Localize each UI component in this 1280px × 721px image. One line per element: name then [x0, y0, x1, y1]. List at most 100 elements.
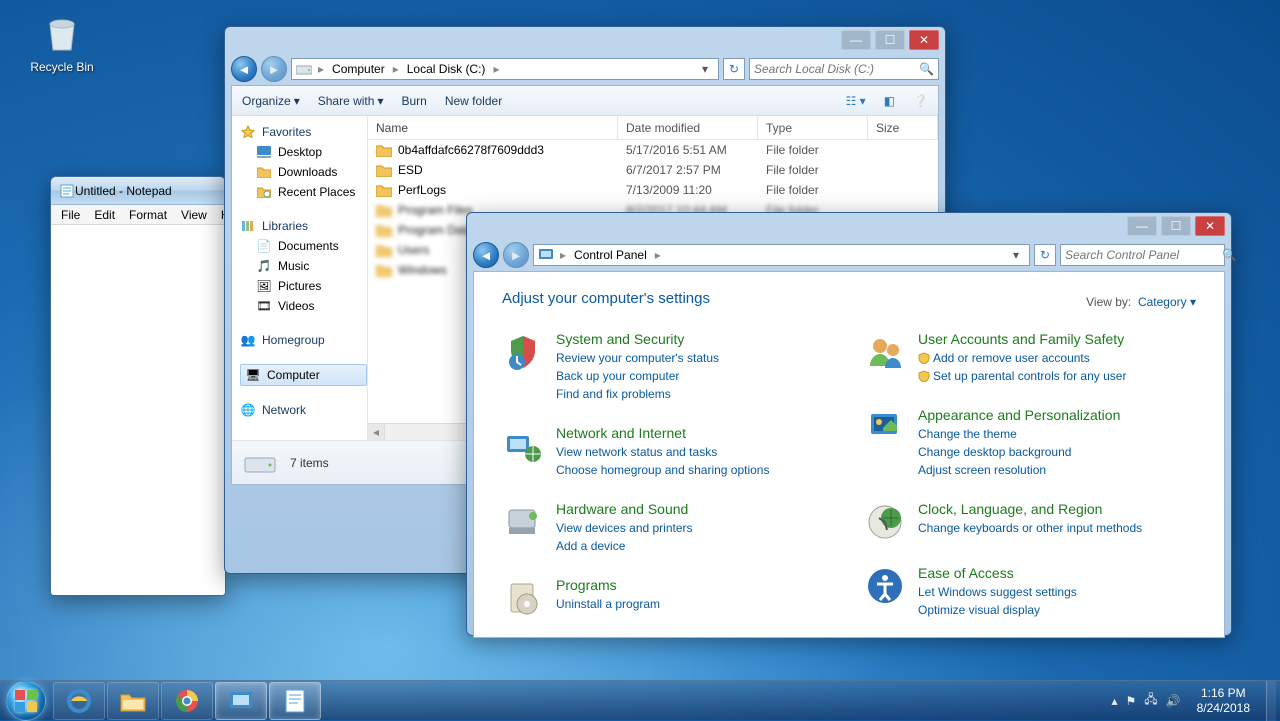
desktop-icon-recycle-bin[interactable]: Recycle Bin — [24, 10, 100, 74]
col-type[interactable]: Type — [758, 116, 868, 139]
toolbar-burn[interactable]: Burn — [401, 94, 426, 108]
nav-libraries[interactable]: Libraries — [240, 216, 367, 236]
taskbar-chrome[interactable] — [161, 682, 213, 720]
menu-edit[interactable]: Edit — [88, 208, 121, 222]
taskbar[interactable]: ▴ ⚑ 🖧 🔊 1:16 PM 8/24/2018 — [0, 680, 1280, 720]
chevron-right-icon[interactable]: ▸ — [491, 62, 501, 76]
preview-pane-button[interactable]: ◧ — [884, 94, 895, 108]
tray-show-hidden-icon[interactable]: ▴ — [1111, 694, 1117, 708]
tray-network-icon[interactable]: 🖧 — [1144, 690, 1157, 711]
nav-desktop[interactable]: Desktop — [240, 142, 367, 162]
cat-link[interactable]: Add a device — [556, 537, 693, 555]
table-row[interactable]: PerfLogs7/13/2009 11:20File folder — [368, 180, 938, 200]
view-mode-button[interactable]: ☷ ▾ — [846, 94, 866, 108]
refresh-button[interactable]: ↻ — [1034, 244, 1056, 266]
cat-link[interactable]: View network status and tasks — [556, 443, 769, 461]
refresh-button[interactable]: ↻ — [723, 58, 745, 80]
nav-videos[interactable]: 🎞Videos — [240, 296, 367, 316]
chevron-right-icon[interactable]: ▸ — [653, 248, 663, 262]
menu-file[interactable]: File — [55, 208, 86, 222]
chevron-right-icon[interactable]: ▸ — [558, 248, 568, 262]
cat-link[interactable]: Optimize visual display — [918, 601, 1077, 619]
search-input[interactable] — [754, 62, 919, 76]
cat-link[interactable]: Find and fix problems — [556, 385, 719, 403]
address-bar[interactable]: ▸ Control Panel ▸ ▾ — [533, 244, 1030, 266]
maximize-button[interactable]: ☐ — [1161, 216, 1191, 236]
breadcrumb-localdisk[interactable]: Local Disk (C:) — [405, 62, 488, 76]
start-button[interactable] — [6, 681, 46, 721]
address-dropdown-button[interactable]: ▾ — [1007, 248, 1025, 262]
taskbar-control-panel[interactable] — [215, 682, 267, 720]
search-box[interactable]: 🔍 — [749, 58, 939, 80]
address-bar[interactable]: ▸ Computer ▸ Local Disk (C:) ▸ ▾ — [291, 58, 719, 80]
nav-pictures[interactable]: 🖼Pictures — [240, 276, 367, 296]
nav-forward-button[interactable]: ► — [503, 242, 529, 268]
help-button[interactable]: ❔ — [913, 94, 928, 108]
nav-network[interactable]: 🌐Network — [240, 400, 367, 420]
nav-homegroup[interactable]: 👥Homegroup — [240, 330, 367, 350]
breadcrumb-computer[interactable]: Computer — [330, 62, 387, 76]
taskbar-notepad[interactable] — [269, 682, 321, 720]
toolbar-organize[interactable]: Organize ▾ — [242, 94, 300, 108]
tray-volume-icon[interactable]: 🔊 — [1166, 694, 1181, 708]
nav-recent[interactable]: Recent Places — [240, 182, 367, 202]
minimize-button[interactable]: — — [1127, 216, 1157, 236]
cat-link[interactable]: Choose homegroup and sharing options — [556, 461, 769, 479]
cat-title[interactable]: Clock, Language, and Region — [918, 501, 1142, 517]
tray-action-center-icon[interactable]: ⚑ — [1126, 694, 1137, 708]
cp-viewby-dropdown[interactable]: Category ▾ — [1138, 295, 1196, 309]
nav-forward-button[interactable]: ► — [261, 56, 287, 82]
table-row[interactable]: ESD6/7/2017 2:57 PMFile folder — [368, 160, 938, 180]
navigation-pane[interactable]: Favorites Desktop Downloads Recent Place… — [232, 116, 368, 440]
cat-title[interactable]: Hardware and Sound — [556, 501, 693, 517]
cat-title[interactable]: Ease of Access — [918, 565, 1077, 581]
tray-clock[interactable]: 1:16 PM 8/24/2018 — [1189, 686, 1258, 715]
chevron-right-icon[interactable]: ▸ — [316, 62, 326, 76]
nav-back-button[interactable]: ◄ — [473, 242, 499, 268]
nav-back-button[interactable]: ◄ — [231, 56, 257, 82]
cat-link[interactable]: Add or remove user accounts — [918, 349, 1126, 367]
cat-link[interactable]: Back up your computer — [556, 367, 719, 385]
nav-documents[interactable]: 📄Documents — [240, 236, 367, 256]
cat-link[interactable]: Uninstall a program — [556, 595, 660, 613]
breadcrumb-controlpanel[interactable]: Control Panel — [572, 248, 649, 262]
cat-link[interactable]: Set up parental controls for any user — [918, 367, 1126, 385]
minimize-button[interactable]: — — [841, 30, 871, 50]
maximize-button[interactable]: ☐ — [875, 30, 905, 50]
show-desktop-button[interactable] — [1266, 681, 1276, 721]
address-dropdown-button[interactable]: ▾ — [696, 62, 714, 76]
menu-format[interactable]: Format — [123, 208, 173, 222]
close-button[interactable]: ✕ — [909, 30, 939, 50]
cat-link[interactable]: Change keyboards or other input methods — [918, 519, 1142, 537]
taskbar-ie[interactable] — [53, 682, 105, 720]
notepad-titlebar[interactable]: Untitled - Notepad — [51, 177, 225, 205]
notepad-window[interactable]: Untitled - Notepad File Edit Format View… — [50, 176, 226, 596]
col-size[interactable]: Size — [868, 116, 938, 139]
cat-title[interactable]: Network and Internet — [556, 425, 769, 441]
menu-view[interactable]: View — [175, 208, 213, 222]
search-input[interactable] — [1065, 248, 1222, 262]
cat-link[interactable]: Review your computer's status — [556, 349, 719, 367]
nav-music[interactable]: 🎵Music — [240, 256, 367, 276]
col-name[interactable]: Name — [368, 116, 618, 139]
cat-title[interactable]: System and Security — [556, 331, 719, 347]
nav-computer[interactable]: 🖥Computer — [240, 364, 367, 386]
notepad-textarea[interactable] — [51, 225, 225, 595]
cat-link[interactable]: View devices and printers — [556, 519, 693, 537]
control-panel-window[interactable]: — ☐ ✕ ◄ ► ▸ Control Panel ▸ ▾ ↻ 🔍 Adjust… — [466, 212, 1232, 636]
cat-title[interactable]: Appearance and Personalization — [918, 407, 1120, 423]
nav-downloads[interactable]: Downloads — [240, 162, 367, 182]
cat-link[interactable]: Let Windows suggest settings — [918, 583, 1077, 601]
cat-title[interactable]: Programs — [556, 577, 660, 593]
col-date[interactable]: Date modified — [618, 116, 758, 139]
cat-link[interactable]: Change the theme — [918, 425, 1120, 443]
cat-title[interactable]: User Accounts and Family Safety — [918, 331, 1126, 347]
toolbar-sharewith[interactable]: Share with ▾ — [318, 94, 384, 108]
cat-link[interactable]: Change desktop background — [918, 443, 1120, 461]
chevron-right-icon[interactable]: ▸ — [391, 62, 401, 76]
toolbar-newfolder[interactable]: New folder — [445, 94, 502, 108]
search-icon[interactable]: 🔍 — [919, 62, 934, 76]
nav-favorites[interactable]: Favorites — [240, 122, 367, 142]
scroll-left-arrow[interactable]: ◂ — [368, 424, 385, 440]
cat-link[interactable]: Adjust screen resolution — [918, 461, 1120, 479]
